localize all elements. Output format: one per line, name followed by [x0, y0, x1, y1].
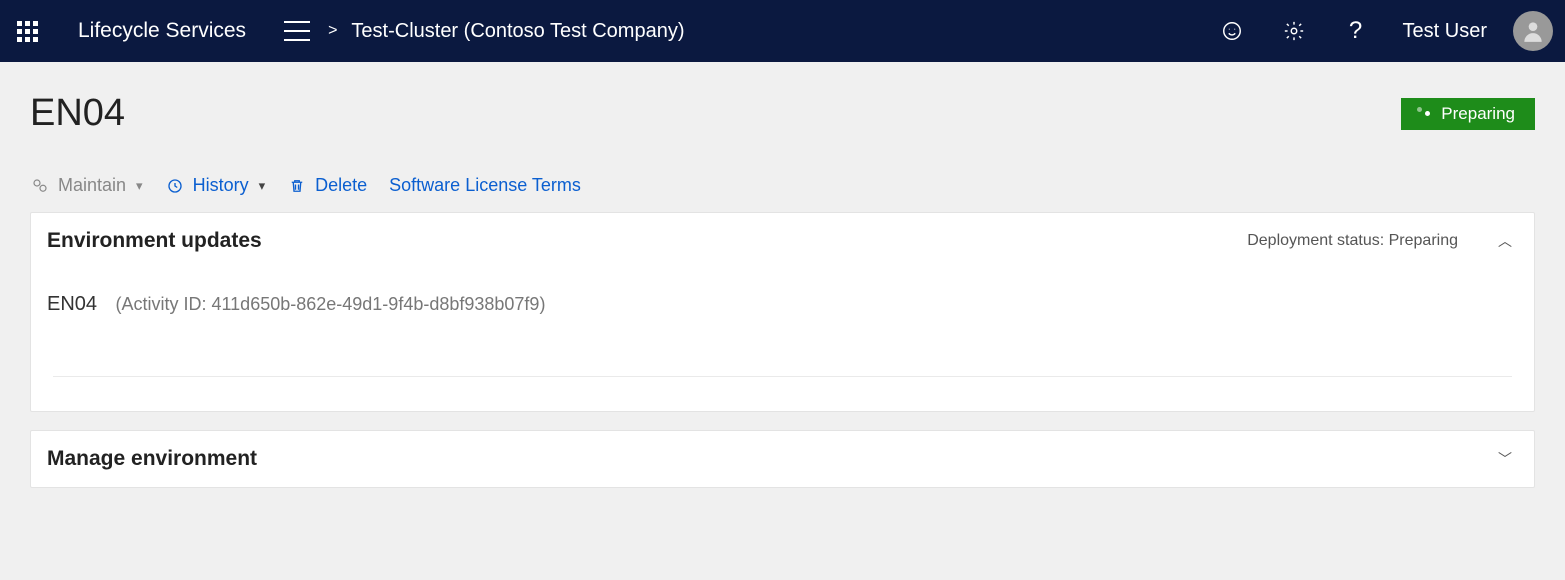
trash-icon [287, 176, 307, 196]
action-toolbar: Maintain ▾ History ▾ Delete Software Lic… [30, 175, 1535, 196]
user-name-label[interactable]: Test User [1403, 20, 1487, 43]
chevron-down-icon: ▾ [136, 178, 143, 194]
breadcrumb: > Test-Cluster (Contoso Test Company) [328, 20, 684, 43]
activity-id-label: (Activity ID: 411d650b-862e-49d1-9f4b-d8… [115, 294, 545, 314]
environment-updates-header: Environment updates Deployment status: P… [31, 213, 1534, 253]
app-launcher-waffle-icon[interactable] [12, 16, 42, 46]
clock-icon [165, 176, 185, 196]
license-terms-label: Software License Terms [389, 175, 581, 196]
breadcrumb-chevron-icon: > [328, 22, 337, 40]
title-row: EN04 Preparing [30, 92, 1535, 135]
deployment-status-label: Deployment status: Preparing [1247, 232, 1458, 250]
status-badge-label: Preparing [1441, 104, 1515, 124]
environment-updates-panel: Environment updates Deployment status: P… [30, 212, 1535, 412]
history-button[interactable]: History ▾ [165, 175, 266, 196]
hamburger-menu-icon[interactable] [284, 21, 310, 41]
feedback-smile-icon[interactable] [1217, 16, 1247, 46]
chevron-up-icon[interactable]: ︿ [1498, 231, 1512, 251]
manage-environment-title: Manage environment [47, 447, 257, 471]
delete-button[interactable]: Delete [287, 175, 367, 196]
chevron-down-icon: ▾ [259, 178, 266, 194]
user-avatar[interactable] [1513, 11, 1553, 51]
delete-label: Delete [315, 175, 367, 196]
top-navbar: Lifecycle Services > Test-Cluster (Conto… [0, 0, 1565, 62]
chevron-down-icon[interactable]: ﹀ [1498, 449, 1512, 469]
gears-icon [30, 176, 50, 196]
page-content: EN04 Preparing Maintain ▾ History ▾ [0, 62, 1565, 488]
page-title: EN04 [30, 92, 125, 135]
history-label: History [193, 175, 249, 196]
environment-updates-body: EN04 (Activity ID: 411d650b-862e-49d1-9f… [31, 253, 1534, 336]
breadcrumb-project-name[interactable]: Test-Cluster (Contoso Test Company) [351, 20, 684, 43]
settings-gear-icon[interactable] [1279, 16, 1309, 46]
brand-title[interactable]: Lifecycle Services [78, 19, 246, 43]
manage-environment-header: Manage environment ﹀ [31, 431, 1534, 471]
license-terms-link[interactable]: Software License Terms [389, 175, 581, 196]
help-question-icon[interactable]: ? [1341, 16, 1371, 46]
spinner-icon [1417, 107, 1431, 121]
environment-updates-title: Environment updates [47, 229, 262, 253]
maintain-label: Maintain [58, 175, 126, 196]
maintain-button: Maintain ▾ [30, 175, 143, 196]
environment-name: EN04 [47, 293, 97, 315]
manage-environment-panel: Manage environment ﹀ [30, 430, 1535, 488]
status-badge: Preparing [1401, 98, 1535, 130]
